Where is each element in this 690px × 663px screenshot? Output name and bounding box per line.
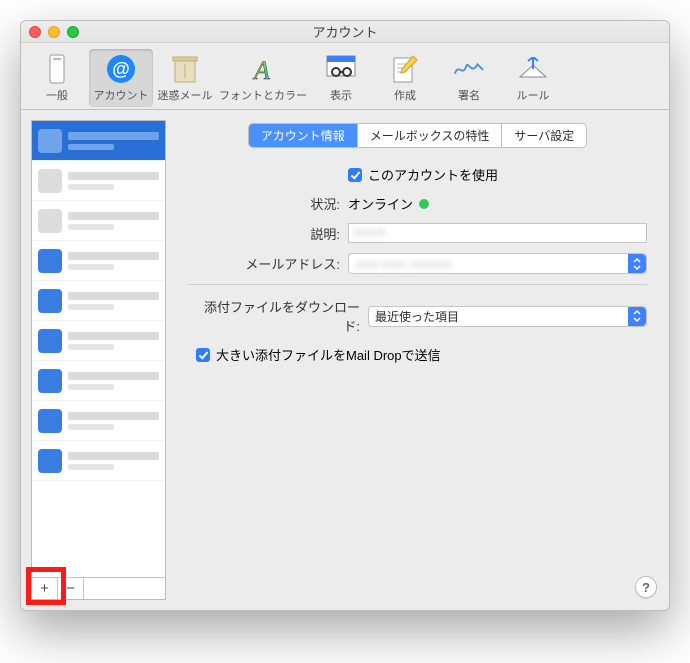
status-online-icon (419, 199, 429, 209)
account-row[interactable] (32, 281, 165, 321)
account-icon (38, 129, 62, 153)
account-icon (38, 209, 62, 233)
general-icon (41, 53, 73, 85)
junk-icon (169, 53, 201, 85)
account-icon (38, 409, 62, 433)
content-area: + − アカウント情報 メールボックスの特性 サーバ設定 このアカウントを使用 (21, 110, 669, 610)
svg-text:@: @ (112, 59, 130, 79)
account-row[interactable] (32, 401, 165, 441)
toolbar-viewing[interactable]: 表示 (309, 49, 373, 107)
account-row[interactable] (32, 441, 165, 481)
titlebar: アカウント (21, 21, 669, 43)
preferences-toolbar: 一般 @ アカウント 迷惑メール A フォントとカラー 表示 (21, 43, 669, 110)
toolbar-junk-label: 迷惑メール (158, 87, 213, 103)
account-row[interactable] (32, 201, 165, 241)
enable-account-label: このアカウントを使用 (368, 165, 498, 184)
maildrop-checkbox[interactable] (196, 348, 210, 362)
download-attachments-value: 最近使った項目 (375, 308, 459, 325)
toolbar-fonts-label: フォントとカラー (219, 87, 307, 103)
detail-tabs: アカウント情報 メールボックスの特性 サーバ設定 (188, 124, 647, 147)
toolbar-rules[interactable]: ルール (501, 49, 565, 107)
remove-account-button[interactable]: − (58, 578, 84, 599)
account-row[interactable] (32, 121, 165, 161)
toolbar-rules-label: ルール (517, 87, 550, 103)
preferences-window: アカウント 一般 @ アカウント 迷惑メール A フォントとカラー (20, 20, 670, 611)
add-account-button[interactable]: + (32, 578, 58, 599)
account-detail-pane: アカウント情報 メールボックスの特性 サーバ設定 このアカウントを使用 状況: (166, 110, 669, 610)
enable-account-checkbox[interactable] (348, 168, 362, 182)
account-row[interactable] (32, 361, 165, 401)
popup-arrows-icon (628, 254, 646, 273)
account-icon (38, 289, 62, 313)
window-title: アカウント (21, 22, 669, 41)
account-row[interactable] (32, 161, 165, 201)
toolbar-accounts[interactable]: @ アカウント (89, 49, 153, 107)
status-value: オンライン (348, 194, 413, 213)
account-info-form: このアカウントを使用 状況: オンライン 説明: xxxxx (188, 165, 647, 364)
account-row[interactable] (32, 321, 165, 361)
toolbar-general[interactable]: 一般 (25, 49, 89, 107)
download-attachments-label: 添付ファイルをダウンロード: (188, 297, 368, 335)
toolbar-viewing-label: 表示 (330, 87, 352, 103)
toolbar-general-label: 一般 (46, 87, 68, 103)
download-attachments-popup[interactable]: 最近使った項目 (368, 306, 647, 327)
composing-icon (389, 53, 421, 85)
toolbar-accounts-label: アカウント (94, 87, 149, 103)
toolbar-signatures[interactable]: 署名 (437, 49, 501, 107)
viewing-icon (325, 53, 357, 85)
tab-account-info[interactable]: アカウント情報 (249, 124, 358, 147)
accounts-icon: @ (105, 53, 137, 85)
fonts-icon: A (247, 53, 279, 85)
email-address-popup[interactable]: xxxx xxxx xxxxxxx (348, 253, 647, 274)
rules-icon (517, 53, 549, 85)
popup-arrows-icon (628, 307, 646, 326)
account-icon (38, 369, 62, 393)
description-field[interactable]: xxxxx (348, 223, 647, 243)
accounts-sidebar: + − (31, 120, 166, 600)
toolbar-junk[interactable]: 迷惑メール (153, 49, 217, 107)
account-icon (38, 449, 62, 473)
divider (188, 284, 647, 285)
sidebar-footer: + − (32, 577, 165, 599)
help-button[interactable]: ? (635, 576, 657, 598)
accounts-list[interactable] (32, 121, 165, 577)
account-icon (38, 329, 62, 353)
maildrop-label: 大きい添付ファイルをMail Dropで送信 (216, 345, 441, 364)
account-row[interactable] (32, 241, 165, 281)
status-label: 状況: (188, 194, 348, 213)
tab-server-settings[interactable]: サーバ設定 (502, 124, 586, 147)
account-icon (38, 249, 62, 273)
toolbar-fonts[interactable]: A フォントとカラー (217, 49, 309, 107)
svg-text:A: A (252, 56, 270, 84)
tab-mailbox-behaviors[interactable]: メールボックスの特性 (358, 124, 503, 147)
description-label: 説明: (188, 224, 348, 243)
toolbar-signatures-label: 署名 (458, 87, 480, 103)
signatures-icon (453, 53, 485, 85)
email-label: メールアドレス: (188, 254, 348, 273)
toolbar-composing[interactable]: 作成 (373, 49, 437, 107)
toolbar-composing-label: 作成 (394, 87, 416, 103)
account-icon (38, 169, 62, 193)
